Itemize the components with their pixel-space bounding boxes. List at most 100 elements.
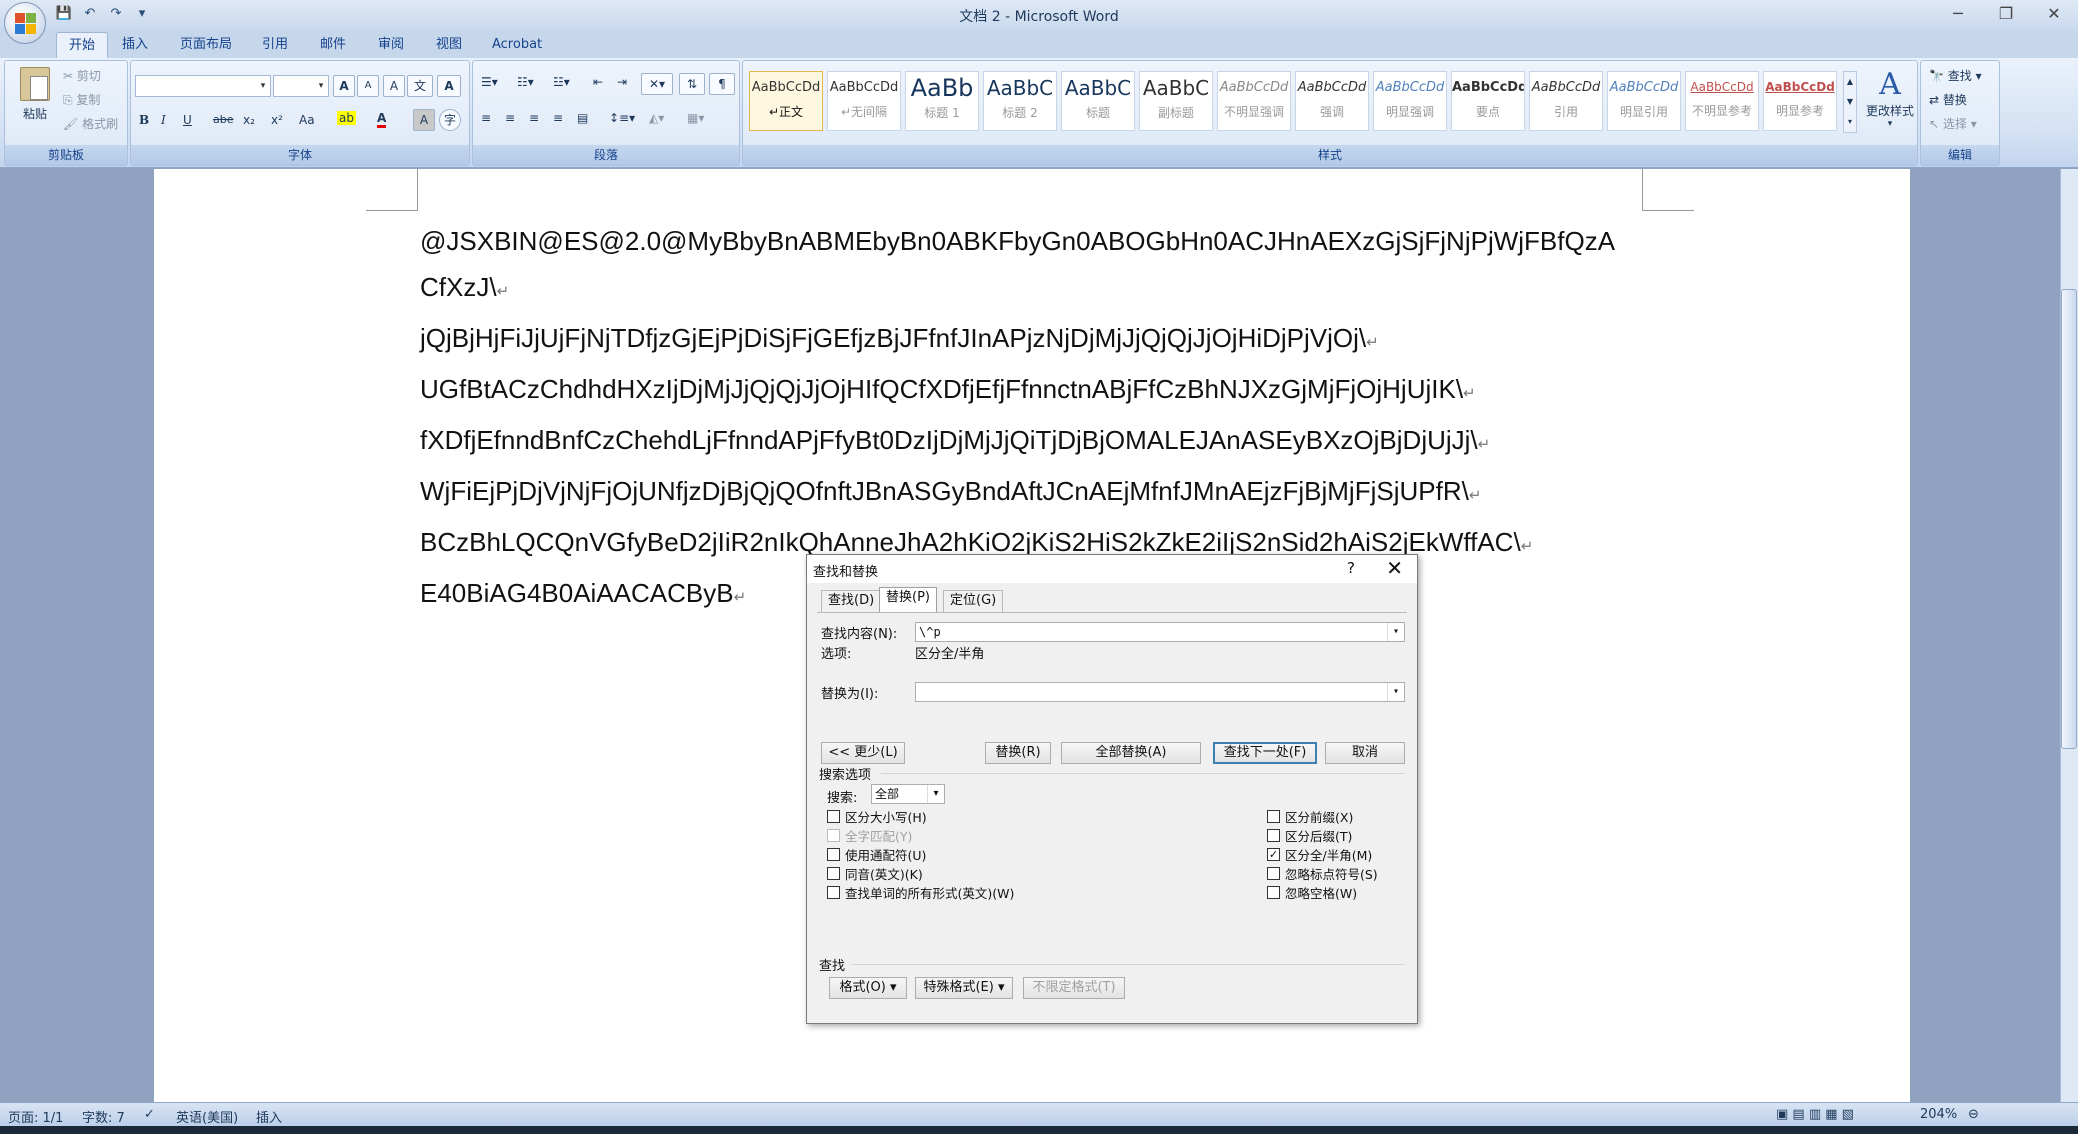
sort-button[interactable]: ⇅: [679, 73, 705, 95]
match-case-checkbox[interactable]: 区分大小写(H): [827, 807, 927, 826]
shading-button[interactable]: ◭▾: [649, 111, 664, 125]
change-styles-button[interactable]: A 更改样式 ▾: [1863, 67, 1917, 129]
bullets-button[interactable]: ☰▾: [481, 75, 498, 89]
find-button[interactable]: 🔭 查找 ▾: [1929, 67, 1982, 84]
checkbox-box[interactable]: [827, 848, 840, 861]
help-button[interactable]: ?: [1347, 559, 1355, 577]
borders-button[interactable]: ▦▾: [687, 111, 704, 125]
font-color-button[interactable]: A: [377, 111, 387, 128]
checkbox-box[interactable]: [1267, 810, 1280, 823]
page-count[interactable]: 页面: 1/1: [8, 1107, 63, 1126]
special-button[interactable]: 特殊格式(E) ▾: [915, 977, 1013, 999]
match-prefix-checkbox[interactable]: 区分前缀(X): [1267, 807, 1353, 826]
style-quote[interactable]: AaBbCcDd 引用: [1529, 71, 1603, 131]
enclose-char-button[interactable]: 字: [439, 109, 461, 131]
numbering-button[interactable]: ☷▾: [517, 75, 534, 89]
tab-find[interactable]: 查找(D): [821, 590, 882, 612]
find-what-input[interactable]: \^p ▾: [915, 622, 1405, 642]
style-subtitle[interactable]: AaBbC 副标题: [1139, 71, 1213, 131]
justify-button[interactable]: ≡: [553, 111, 563, 125]
style-heading-1[interactable]: AaBb 标题 1: [905, 71, 979, 131]
style-heading-2[interactable]: AaBbC 标题 2: [983, 71, 1057, 131]
superscript-button[interactable]: x²: [271, 113, 283, 127]
tab-goto[interactable]: 定位(G): [943, 590, 1004, 612]
styles-scroll[interactable]: ▲ ▼ ▾: [1843, 71, 1857, 133]
match-width-checkbox[interactable]: ✓ 区分全/半角(M): [1267, 845, 1372, 864]
shrink-font-button[interactable]: A: [357, 75, 379, 97]
clear-format-button[interactable]: A: [383, 75, 405, 97]
word-count[interactable]: 字数: 7: [82, 1107, 125, 1126]
checkbox-box[interactable]: [827, 810, 840, 823]
align-left-button[interactable]: ≡: [481, 111, 491, 125]
chinese-layout-button[interactable]: ✕▾: [641, 73, 673, 95]
find-next-button[interactable]: 查找下一处(F): [1213, 742, 1317, 764]
view-buttons[interactable]: ▣ ▤ ▥ ▦ ▧: [1776, 1107, 1854, 1122]
tab-page-layout[interactable]: 页面布局: [168, 32, 244, 58]
change-case-button[interactable]: Aa: [299, 113, 315, 127]
select-button[interactable]: ↖ 选择 ▾: [1929, 115, 1977, 132]
style-intense-reference[interactable]: AaBbCcDd 明显参考: [1763, 71, 1837, 131]
format-button[interactable]: 格式(O) ▾: [829, 977, 907, 999]
minimize-button[interactable]: ─: [1934, 0, 1982, 28]
style-no-spacing[interactable]: AaBbCcDd ↵无间隔: [827, 71, 901, 131]
checkbox-box[interactable]: [1267, 829, 1280, 842]
insert-mode[interactable]: 插入: [256, 1107, 282, 1126]
char-border-button[interactable]: A: [437, 75, 461, 97]
tab-insert[interactable]: 插入: [110, 32, 160, 58]
tab-acrobat[interactable]: Acrobat: [480, 32, 554, 58]
less-button[interactable]: << 更少(L): [821, 742, 905, 764]
close-button[interactable]: ✕: [2030, 0, 2078, 28]
tab-references[interactable]: 引用: [250, 32, 300, 58]
increase-indent-button[interactable]: ⇥: [617, 75, 627, 89]
checkmark-icon[interactable]: ✓: [1267, 848, 1280, 861]
tab-view[interactable]: 视图: [424, 32, 474, 58]
grow-font-button[interactable]: A: [333, 75, 355, 97]
cut-button[interactable]: ✂ 剪切: [63, 67, 101, 84]
highlight-button[interactable]: ab: [337, 111, 356, 125]
search-direction-select[interactable]: 全部 ▾: [871, 784, 945, 804]
replace-button[interactable]: ⇄ 替换: [1929, 91, 1967, 108]
checkbox-box[interactable]: [1267, 886, 1280, 899]
underline-button[interactable]: U: [183, 113, 192, 127]
bold-button[interactable]: B: [139, 113, 149, 127]
whole-word-checkbox[interactable]: 全字匹配(Y): [827, 826, 912, 845]
replace-all-button[interactable]: 全部替换(A): [1061, 742, 1201, 764]
tab-replace[interactable]: 替换(P): [879, 587, 937, 613]
checkbox-box[interactable]: [1267, 867, 1280, 880]
match-suffix-checkbox[interactable]: 区分后缀(T): [1267, 826, 1352, 845]
paste-button[interactable]: 粘贴: [13, 67, 57, 122]
tab-home[interactable]: 开始: [56, 32, 109, 58]
font-name-combo[interactable]: ▾: [135, 75, 271, 97]
style-subtle-reference[interactable]: AaBbCcDd 不明显参考: [1685, 71, 1759, 131]
style-strong[interactable]: AaBbCcDd 要点: [1451, 71, 1525, 131]
vertical-scrollbar[interactable]: [2060, 169, 2078, 1102]
checkbox-box[interactable]: [827, 829, 840, 842]
style-title[interactable]: AaBbC 标题: [1061, 71, 1135, 131]
char-shading-button[interactable]: A: [413, 109, 435, 131]
style-intense-emphasis[interactable]: AaBbCcDd 明显强调: [1373, 71, 1447, 131]
office-button[interactable]: [4, 2, 46, 44]
ignore-punctuation-checkbox[interactable]: 忽略标点符号(S): [1267, 864, 1378, 883]
replace-button[interactable]: 替换(R): [985, 742, 1051, 764]
phonetic-guide-button[interactable]: 文: [407, 75, 433, 97]
style-intense-quote[interactable]: AaBbCcDd 明显引用: [1607, 71, 1681, 131]
checkbox-box[interactable]: [827, 867, 840, 880]
restore-button[interactable]: ❐: [1982, 0, 2030, 28]
tab-mailings[interactable]: 邮件: [308, 32, 358, 58]
align-center-button[interactable]: ≡: [505, 111, 515, 125]
proofing-icon[interactable]: ✓: [144, 1107, 155, 1122]
sounds-like-checkbox[interactable]: 同音(英文)(K): [827, 864, 923, 883]
ignore-whitespace-checkbox[interactable]: 忽略空格(W): [1267, 883, 1357, 902]
all-word-forms-checkbox[interactable]: 查找单词的所有形式(英文)(W): [827, 883, 1014, 902]
align-right-button[interactable]: ≡: [529, 111, 539, 125]
format-painter-button[interactable]: 🖌 格式刷: [63, 115, 118, 132]
style-emphasis[interactable]: AaBbCcDd 强调: [1295, 71, 1369, 131]
style-subtle-emphasis[interactable]: AaBbCcDd 不明显强调: [1217, 71, 1291, 131]
line-spacing-button[interactable]: ↕≡▾: [609, 111, 635, 125]
language-indicator[interactable]: 英语(美国): [176, 1107, 238, 1126]
style-normal[interactable]: AaBbCcDd ↵正文: [749, 71, 823, 131]
replace-with-input[interactable]: ▾: [915, 682, 1405, 702]
wildcards-checkbox[interactable]: 使用通配符(U): [827, 845, 926, 864]
checkbox-box[interactable]: [827, 886, 840, 899]
chevron-down-icon[interactable]: ▾: [1387, 683, 1404, 701]
